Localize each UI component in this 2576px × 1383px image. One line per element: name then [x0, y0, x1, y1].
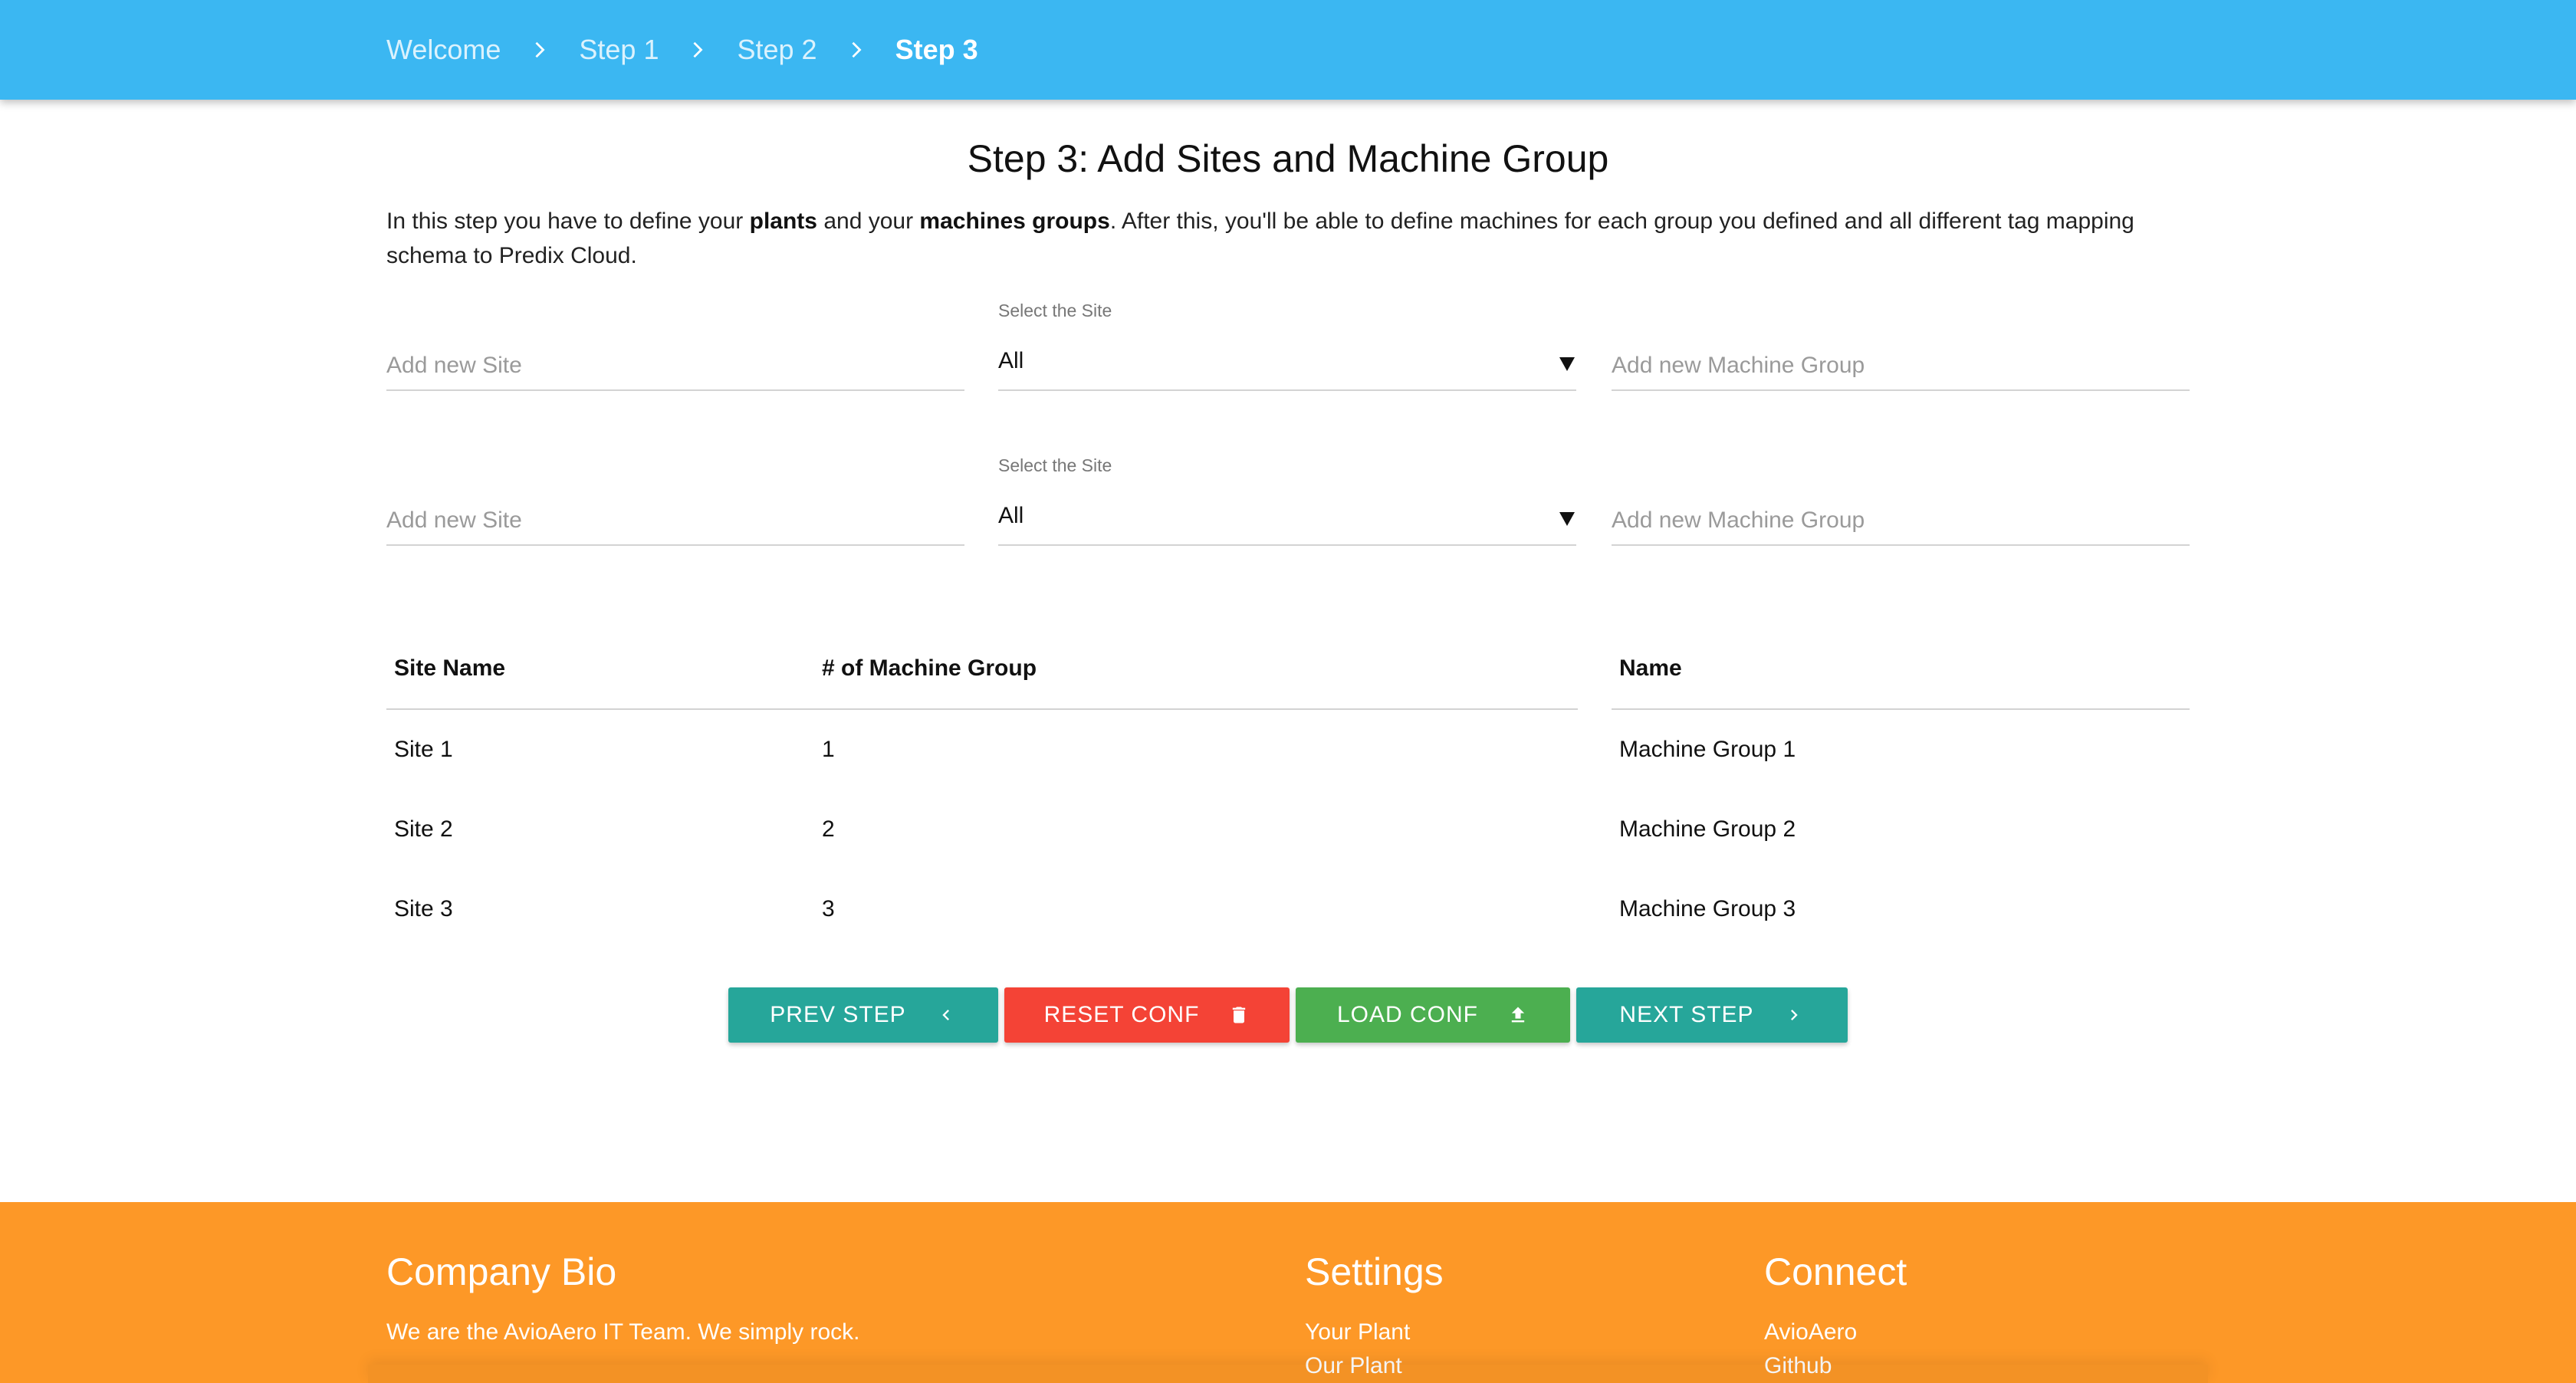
machine-group-count-cell: 1 [822, 737, 835, 762]
company-bio-heading: Company Bio [386, 1250, 617, 1293]
breadcrumb-step-2[interactable]: Step 2 [737, 34, 816, 66]
page-title: Step 3: Add Sites and Machine Group [967, 137, 1609, 180]
table-row[interactable]: Site 1 1 [386, 709, 1578, 790]
machine-group-count-cell: 2 [822, 816, 835, 842]
machine-groups-table: Name Machine Group 1 Machine Group 2 Mac… [1612, 629, 2190, 949]
next-step-button[interactable]: NEXT STEP [1576, 987, 1848, 1043]
add-site-input[interactable] [386, 508, 964, 534]
add-site-input[interactable] [386, 353, 964, 379]
chevron-right-icon [522, 41, 557, 58]
prev-step-button[interactable]: PREV STEP [728, 987, 998, 1043]
top-nav-bar: Welcome Step 1 Step 2 Step 3 [0, 0, 2576, 100]
column-header-machine-group-count: # of Machine Group [814, 629, 1578, 710]
site-name-cell: Site 3 [394, 896, 453, 921]
your-plant-link[interactable]: Your Plant [1305, 1316, 1444, 1349]
reset-conf-label: RESET CONF [1043, 1002, 1200, 1027]
sites-table: Site Name # of Machine Group Site 1 1 Si… [386, 629, 1578, 949]
chevron-right-icon [1790, 1010, 1798, 1020]
add-site-field[interactable] [386, 483, 964, 546]
table-row[interactable]: Site 2 2 [386, 790, 1578, 869]
select-site-label: Select the Site [998, 301, 1112, 320]
column-header-site-name: Site Name [386, 629, 814, 710]
chevron-right-icon [839, 41, 874, 58]
site-select[interactable]: All [998, 483, 1576, 546]
table-row[interactable]: Machine Group 2 [1612, 790, 2190, 869]
settings-heading: Settings [1305, 1250, 1444, 1293]
table-header-row: Name [1612, 629, 2190, 710]
select-site-label: Select the Site [998, 455, 1112, 475]
breadcrumb-step-1[interactable]: Step 1 [579, 34, 659, 66]
machine-group-name-cell: Machine Group 1 [1619, 737, 1796, 762]
table-row[interactable]: Machine Group 3 [1612, 869, 2190, 949]
machine-group-name-cell: Machine Group 3 [1619, 896, 1796, 921]
chevron-left-icon [942, 1010, 949, 1020]
load-conf-button[interactable]: LOAD CONF [1296, 987, 1570, 1043]
footer-connect: Connect AvioAero Github [1764, 1250, 1907, 1383]
table-row[interactable]: Site 3 3 [386, 869, 1578, 949]
connect-heading: Connect [1764, 1250, 1907, 1293]
site-select[interactable]: All [998, 328, 1576, 391]
breadcrumb-step-3[interactable]: Step 3 [895, 34, 978, 66]
reset-conf-button[interactable]: RESET CONF [1004, 987, 1290, 1043]
table-header-row: Site Name # of Machine Group [386, 629, 1578, 710]
site-name-cell: Site 2 [394, 816, 453, 842]
add-machine-group-input[interactable] [1612, 353, 2190, 379]
add-machine-group-field[interactable] [1612, 328, 2190, 391]
site-name-cell: Site 1 [394, 737, 453, 762]
machine-group-count-cell: 3 [822, 896, 835, 921]
load-conf-label: LOAD CONF [1336, 1002, 1479, 1027]
intro-text: In this step you have to define your pla… [386, 209, 2134, 268]
trash-icon [1233, 1007, 1246, 1023]
chevron-right-icon [680, 41, 715, 58]
caret-down-icon [1559, 512, 1575, 526]
footer: Company Bio We are the AvioAero IT Team.… [0, 1202, 2576, 1383]
breadcrumb: Welcome Step 1 Step 2 Step 3 [386, 0, 978, 100]
table-row[interactable]: Machine Group 1 [1612, 709, 2190, 790]
footer-divider [368, 1365, 2208, 1383]
footer-settings: Settings Your Plant Our Plant [1305, 1250, 1444, 1383]
site-select-value: All [998, 348, 1024, 373]
add-machine-group-input[interactable] [1612, 508, 2190, 534]
breadcrumb-welcome[interactable]: Welcome [386, 34, 501, 66]
upload-icon [1511, 1007, 1525, 1023]
add-site-field[interactable] [386, 328, 964, 391]
company-bio-text: We are the AvioAero IT Team. We simply r… [386, 1319, 860, 1345]
footer-company-bio: Company Bio We are the AvioAero IT Team.… [386, 1250, 859, 1349]
machine-group-name-cell: Machine Group 2 [1619, 816, 1796, 842]
avioaero-link[interactable]: AvioAero [1764, 1316, 1907, 1349]
next-step-label: NEXT STEP [1619, 1002, 1754, 1027]
column-header-name: Name [1612, 629, 2190, 710]
caret-down-icon [1559, 357, 1575, 371]
add-machine-group-field[interactable] [1612, 483, 2190, 546]
prev-step-label: PREV STEP [770, 1002, 906, 1027]
site-select-value: All [998, 503, 1024, 528]
